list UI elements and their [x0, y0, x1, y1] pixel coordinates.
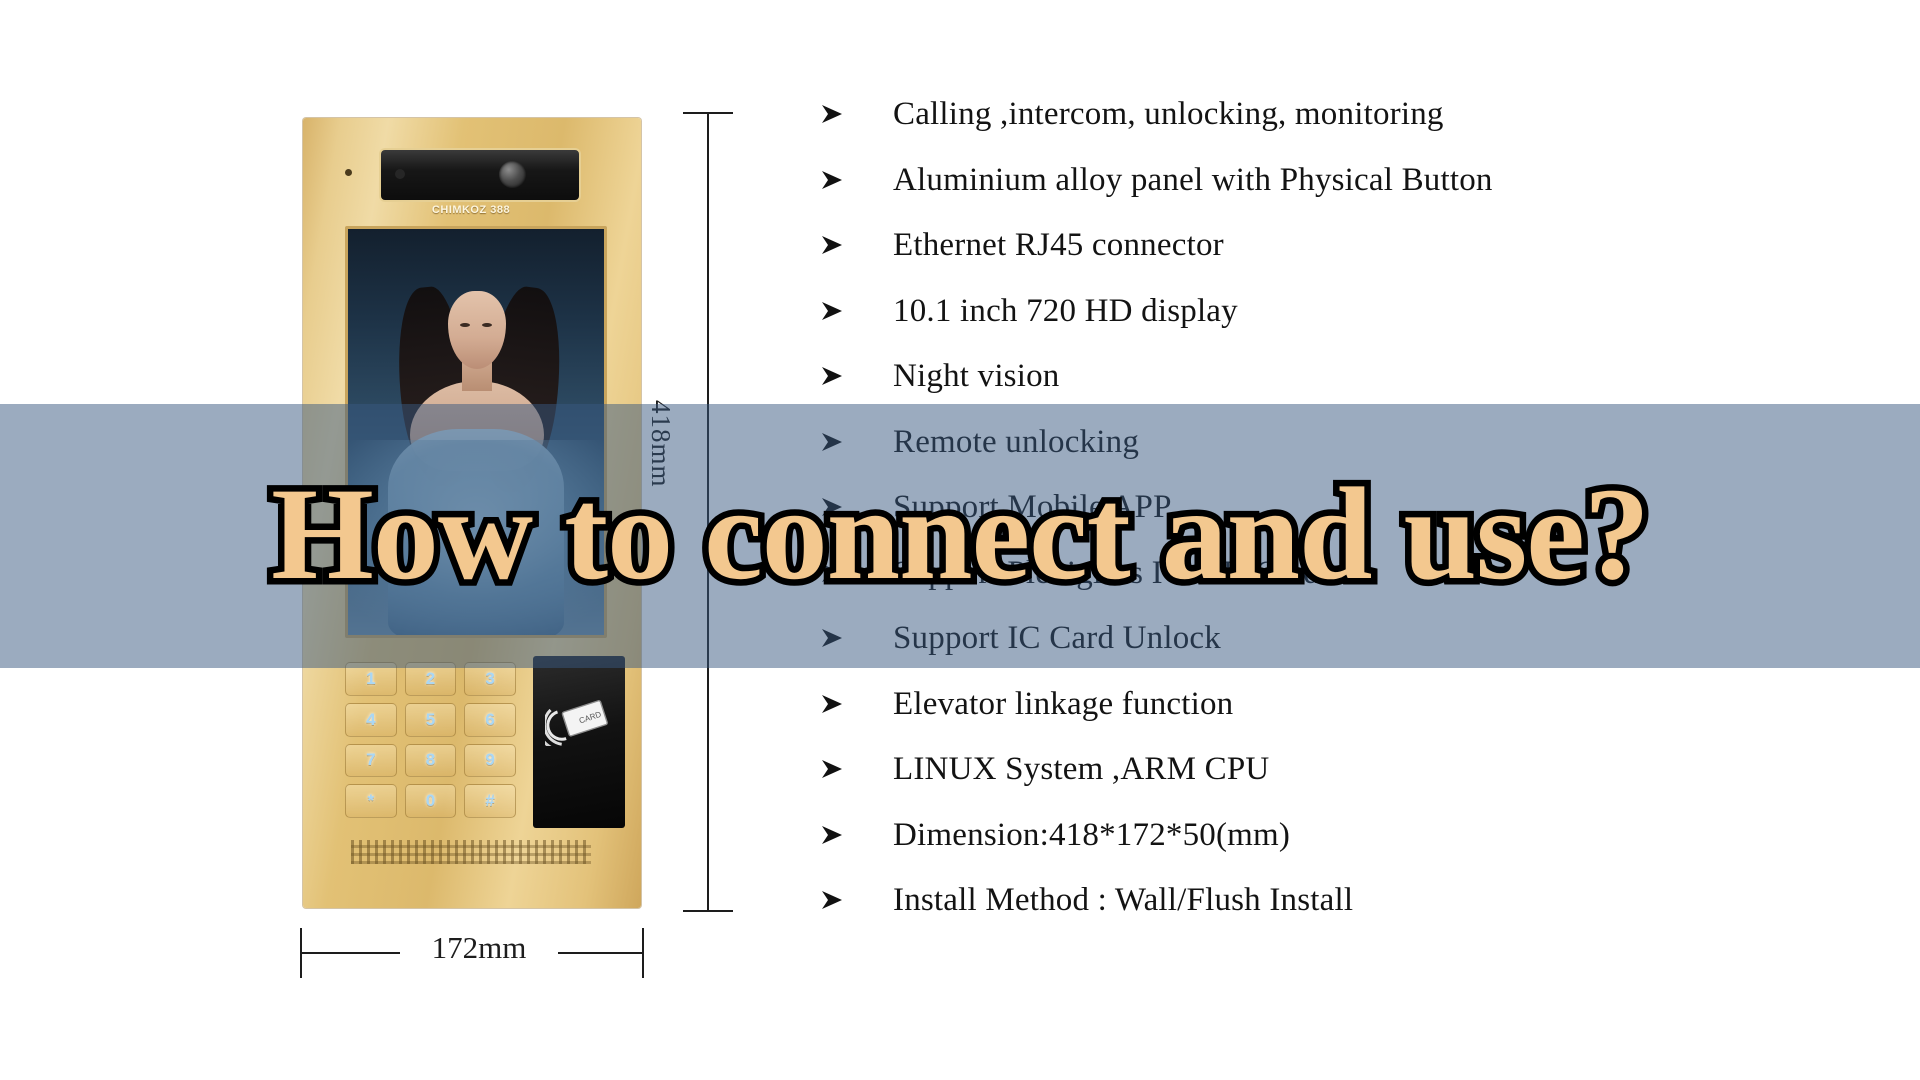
- feature-label: Install Method : Wall/Flush Install: [893, 882, 1354, 918]
- arrow-bullet-icon: [820, 432, 850, 452]
- headline-text: How to connect and use?: [265, 460, 1657, 607]
- arrow-bullet-icon: [820, 104, 850, 124]
- feature-label: Ethernet RJ45 connector: [893, 227, 1224, 263]
- keypad-key[interactable]: 0: [404, 784, 457, 818]
- keypad-key[interactable]: 6: [464, 702, 516, 737]
- keypad-key[interactable]: 9: [464, 743, 516, 778]
- arrow-bullet-icon: [820, 628, 850, 648]
- height-dimension-cap-top: [683, 112, 733, 114]
- portrait-eye-left: [460, 323, 470, 327]
- arrow-bullet-icon: [820, 235, 850, 255]
- speaker-grille: [351, 840, 591, 864]
- feature-item: Elevator linkage function: [820, 686, 1910, 752]
- arrow-bullet-icon: [820, 759, 850, 779]
- feature-label: Calling ,intercom, unlocking, monitoring: [893, 96, 1444, 132]
- feature-item: Aluminium alloy panel with Physical Butt…: [820, 162, 1910, 228]
- ir-led-icon: [395, 169, 405, 179]
- feature-label: 10.1 inch 720 HD display: [893, 292, 1238, 329]
- keypad-key[interactable]: 2: [404, 662, 457, 696]
- rfid-card-reader[interactable]: CARD: [533, 656, 625, 828]
- feature-item: Calling ,intercom, unlocking, monitoring: [820, 96, 1910, 162]
- keypad-key[interactable]: 7: [345, 743, 397, 778]
- keypad-key[interactable]: #: [464, 784, 516, 818]
- feature-label: Remote unlocking: [893, 423, 1140, 460]
- numeric-keypad[interactable]: 1 2 3 4 5 6 7 8 9 * 0 #: [343, 660, 518, 820]
- arrow-bullet-icon: [820, 366, 850, 386]
- brand-logo: CHIMKOZ 388: [431, 203, 511, 216]
- feature-item: Night vision: [820, 358, 1910, 424]
- slide-canvas: CHIMKOZ 388 1 2 3 4 5 6 7 8 9 * 0 # CARD…: [0, 0, 1920, 1080]
- keypad-key[interactable]: 1: [345, 662, 397, 696]
- arrow-bullet-icon: [820, 301, 850, 321]
- feature-item: Ethernet RJ45 connector: [820, 227, 1910, 293]
- feature-label: LINUX System ,ARM CPU: [893, 751, 1270, 787]
- camera-module: [379, 148, 581, 202]
- feature-label: Aluminium alloy panel with Physical Butt…: [893, 161, 1493, 198]
- portrait-eye-right: [482, 323, 492, 327]
- rfid-card-icon: CARD: [545, 700, 608, 746]
- feature-label: Elevator linkage function: [893, 685, 1234, 722]
- arrow-bullet-icon: [820, 694, 850, 714]
- feature-label: Support IC Card Unlock: [893, 620, 1221, 656]
- feature-item: LINUX System ,ARM CPU: [820, 751, 1910, 817]
- keypad-key[interactable]: *: [345, 784, 397, 818]
- keypad-key[interactable]: 3: [464, 662, 516, 696]
- height-dimension-cap-bottom: [683, 910, 733, 912]
- width-dimension-cap-right: [642, 928, 644, 978]
- width-dimension-label: 172mm: [400, 930, 558, 966]
- feature-item: Support IC Card Unlock: [820, 620, 1910, 686]
- keypad-key[interactable]: 4: [345, 702, 397, 737]
- arrow-bullet-icon: [820, 170, 850, 190]
- width-dimension-cap-left: [300, 928, 302, 978]
- camera-lens-icon: [499, 161, 526, 188]
- feature-item: 10.1 inch 720 HD display: [820, 293, 1910, 359]
- feature-label: Dimension:418*172*50(mm): [893, 816, 1291, 853]
- keypad-key[interactable]: 5: [404, 702, 457, 737]
- feature-item: Dimension:418*172*50(mm): [820, 817, 1910, 883]
- feature-item: Install Method : Wall/Flush Install: [820, 882, 1910, 948]
- feature-label: Night vision: [893, 358, 1060, 394]
- arrow-bullet-icon: [820, 825, 850, 845]
- arrow-bullet-icon: [820, 890, 850, 910]
- microphone-pinhole-icon: [345, 169, 352, 176]
- keypad-key[interactable]: 8: [404, 743, 457, 778]
